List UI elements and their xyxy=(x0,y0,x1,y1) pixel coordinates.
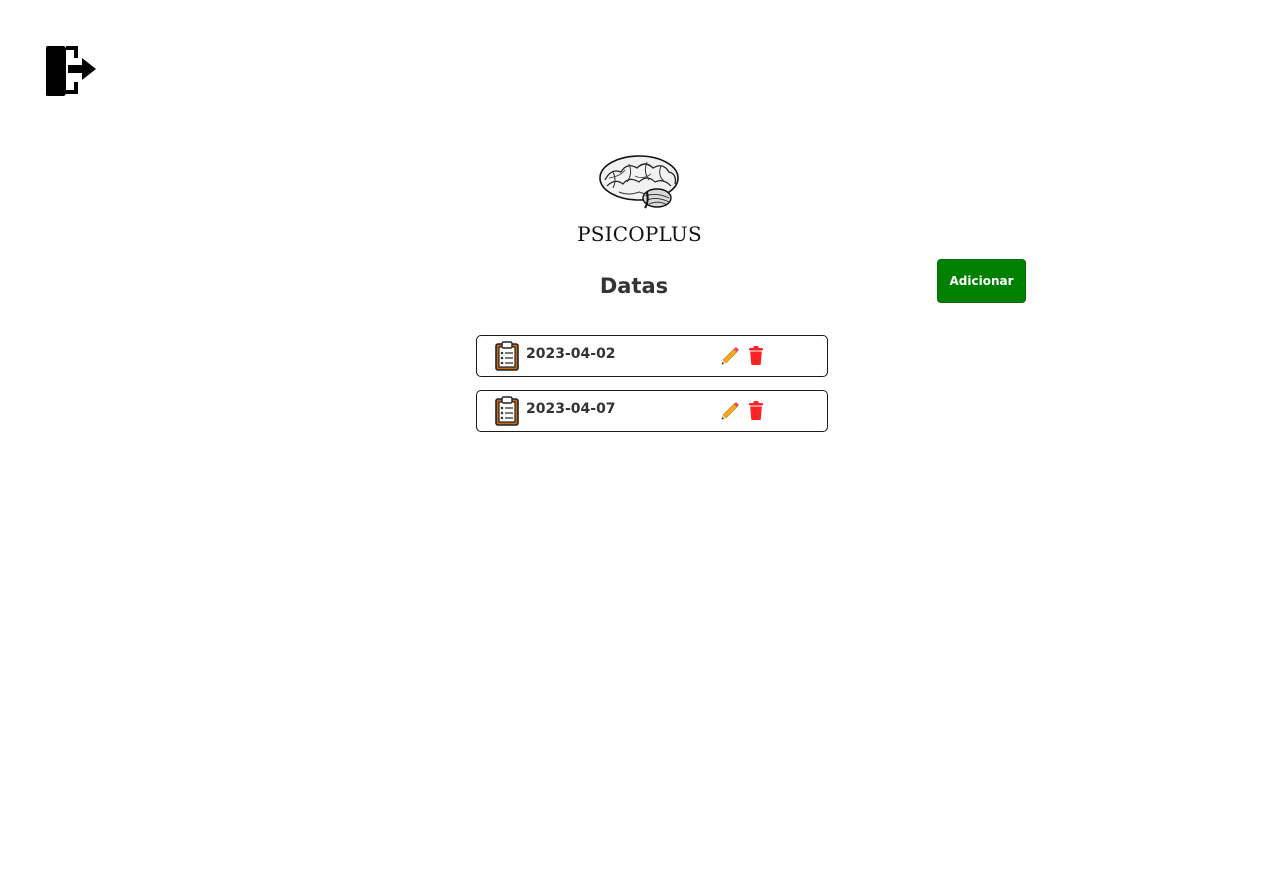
delete-trash-icon[interactable] xyxy=(749,346,763,365)
logo-container xyxy=(0,152,1279,210)
date-label: 2023-04-07 xyxy=(526,401,616,417)
add-button[interactable]: Adicionar xyxy=(937,259,1026,303)
clipboard-icon xyxy=(495,341,519,371)
app-name: PSICOPLUS xyxy=(577,222,702,246)
delete-trash-icon[interactable] xyxy=(749,401,763,420)
brain-icon xyxy=(598,155,679,209)
page-title: Datas xyxy=(599,274,669,298)
date-list-item[interactable]: 2023-04-02 xyxy=(476,335,828,377)
date-label: 2023-04-02 xyxy=(526,346,616,362)
page: PSICOPLUS Datas Adicionar 2023-04-02 202… xyxy=(0,0,1279,880)
date-list: 2023-04-02 2023-04-07 xyxy=(476,335,828,445)
clipboard-icon xyxy=(495,396,519,426)
edit-pencil-icon[interactable] xyxy=(720,400,740,420)
logout-icon[interactable] xyxy=(44,44,98,98)
edit-pencil-icon[interactable] xyxy=(720,345,740,365)
date-list-item[interactable]: 2023-04-07 xyxy=(476,390,828,432)
